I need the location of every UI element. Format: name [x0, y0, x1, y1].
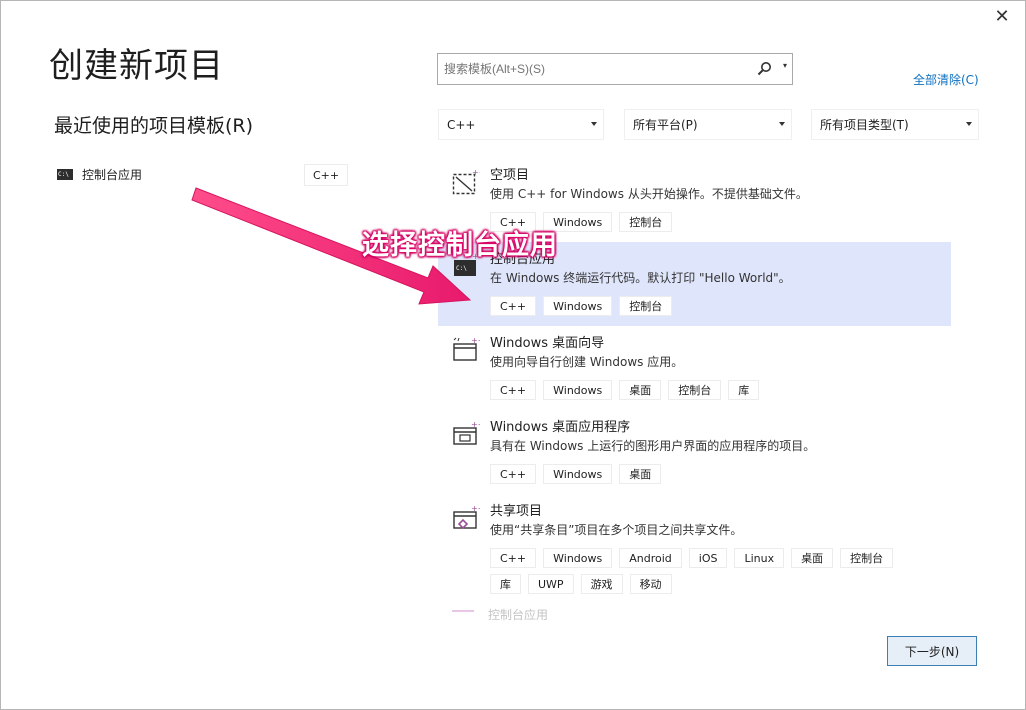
template-description: 使用“共享条目”项目在多个项目之间共享文件。 [490, 523, 743, 537]
page-title: 创建新项目 [49, 46, 224, 86]
template-tag: C++ [490, 380, 537, 400]
recent-template-name: 控制台应用 [82, 167, 143, 182]
template-tag: Windows [543, 380, 613, 400]
template-tag: C++ [490, 464, 537, 484]
recent-template-language-tag: C++ [304, 164, 348, 186]
template-shared-project[interactable]: ++ 共享项目 使用“共享条目”项目在多个项目之间共享文件。 C++ Windo… [438, 494, 951, 604]
platform-filter-dropdown[interactable]: 所有平台(P) [624, 109, 792, 140]
template-tag: Windows [543, 296, 613, 316]
next-button[interactable]: 下一步(N) [887, 636, 977, 666]
template-partially-visible[interactable]: 控制台应用 [452, 606, 548, 623]
template-tag: 桌面 [619, 464, 662, 484]
desktop-app-icon: ++ [453, 420, 480, 445]
template-tags: C++ Windows 控制台 [490, 296, 930, 316]
svg-text:++: ++ [471, 336, 480, 345]
template-tag: 库 [490, 574, 521, 594]
template-tag: 控制台 [668, 380, 722, 400]
template-tag: Linux [734, 548, 785, 568]
template-tag: 桌面 [619, 380, 662, 400]
template-tags: C++ Windows Android iOS Linux 桌面 控制台 库 U… [490, 548, 930, 594]
template-tag: Android [619, 548, 682, 568]
platform-filter-value: 所有平台(P) [633, 118, 698, 132]
close-button[interactable]: ✕ [989, 4, 1015, 28]
project-type-filter-value: 所有项目类型(T) [820, 118, 909, 132]
project-type-filter-dropdown[interactable]: 所有项目类型(T) [811, 109, 979, 140]
search-templates-box[interactable]: ▾ [437, 53, 793, 85]
chevron-down-icon [966, 122, 972, 126]
svg-text:++: ++ [471, 420, 480, 429]
clear-all-link[interactable]: 全部清除(C) [913, 71, 979, 88]
template-description: 具有在 Windows 上运行的图形用户界面的应用程序的项目。 [490, 439, 816, 453]
search-input[interactable] [442, 54, 756, 84]
chevron-down-icon [779, 122, 785, 126]
template-tag: 移动 [629, 574, 672, 594]
template-tag: 库 [728, 380, 760, 400]
template-name: 控制台应用 [488, 608, 549, 622]
svg-text:C:\: C:\ [456, 265, 467, 272]
shared-project-icon: ++ [453, 504, 480, 530]
close-icon: ✕ [994, 5, 1010, 27]
chevron-down-icon [591, 122, 597, 126]
template-tag: 游戏 [580, 574, 623, 594]
template-tag: C++ [490, 296, 537, 316]
template-windows-desktop-app[interactable]: ++ Windows 桌面应用程序 具有在 Windows 上运行的图形用户界面… [438, 410, 951, 494]
template-name: 空项目 [490, 168, 530, 183]
template-tag: 控制台 [619, 296, 673, 316]
template-tags: C++ Windows 桌面 控制台 库 [490, 380, 930, 400]
template-tag: C++ [490, 548, 537, 568]
recent-templates-heading: 最近使用的项目模板(R) [54, 115, 254, 137]
template-name: Windows 桌面应用程序 [490, 420, 631, 435]
annotation-caption: 选择控制台应用 [362, 230, 558, 261]
template-name: 共享项目 [490, 504, 543, 519]
template-icon [452, 609, 474, 622]
svg-text:++: ++ [472, 168, 480, 177]
template-windows-desktop-wizard[interactable]: ++ Windows 桌面向导 使用向导自行创建 Windows 应用。 C++… [438, 326, 951, 410]
template-name: Windows 桌面向导 [490, 336, 605, 351]
template-tag: 桌面 [791, 548, 834, 568]
search-options-chevron-icon[interactable]: ▾ [783, 61, 787, 70]
empty-project-icon: ++ [452, 168, 480, 195]
svg-text:++: ++ [471, 504, 480, 513]
template-tag: UWP [528, 574, 574, 594]
template-tag: Windows [543, 464, 613, 484]
template-description: 使用 C++ for Windows 从头开始操作。不提供基础文件。 [490, 187, 808, 201]
language-filter-value: C++ [447, 117, 476, 132]
language-filter-dropdown[interactable]: C++ [438, 109, 604, 140]
search-icon[interactable] [756, 60, 774, 78]
template-description: 使用向导自行创建 Windows 应用。 [490, 355, 684, 369]
template-tags: C++ Windows 桌面 [490, 464, 930, 484]
console-app-icon: C:\ [57, 168, 73, 180]
desktop-wizard-icon: ++ [453, 336, 480, 361]
template-description: 在 Windows 终端运行代码。默认打印 "Hello World"。 [490, 271, 791, 285]
template-tag: 控制台 [619, 212, 673, 232]
template-tag: Windows [543, 548, 613, 568]
template-tag: 控制台 [840, 548, 894, 568]
template-tag: iOS [688, 548, 728, 568]
